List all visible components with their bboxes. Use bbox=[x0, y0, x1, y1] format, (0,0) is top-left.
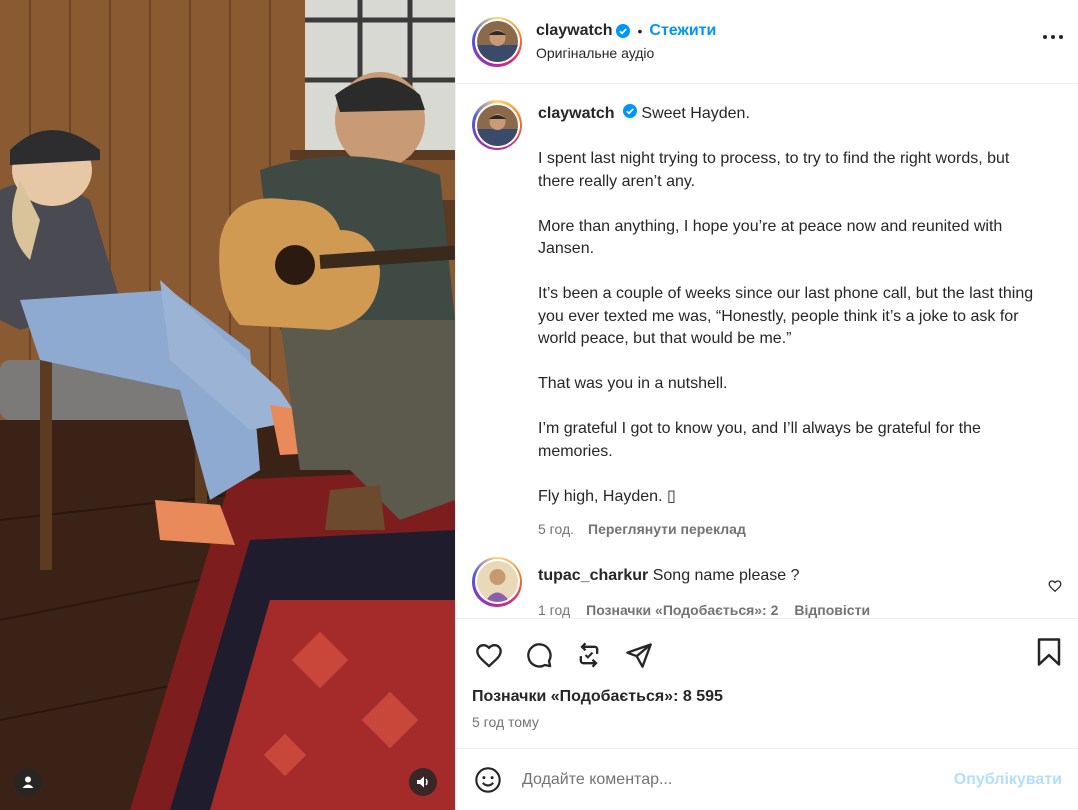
avatar-image bbox=[476, 104, 518, 146]
bookmark-icon[interactable] bbox=[1036, 637, 1062, 672]
publish-button[interactable]: Опублікувати bbox=[954, 771, 1062, 789]
comments-section[interactable]: claywatch Sweet Hayden. I spent last nig… bbox=[456, 84, 1078, 618]
author-username[interactable]: claywatch bbox=[536, 22, 612, 40]
caption-paragraph: That was you in a nutshell. bbox=[538, 375, 728, 392]
comment-like-heart-icon[interactable] bbox=[1048, 579, 1062, 598]
caption-paragraph: Fly high, Hayden. ▯ bbox=[538, 487, 676, 505]
likes-count[interactable]: Позначки «Подобається»: 8 595 bbox=[472, 688, 1062, 706]
separator-dot: • bbox=[637, 23, 643, 39]
original-audio-link[interactable]: Оригінальне аудіо bbox=[536, 45, 716, 61]
caption-username[interactable]: claywatch bbox=[538, 105, 614, 122]
user-tag-icon bbox=[22, 776, 34, 788]
see-translation-button[interactable]: Переглянути переклад bbox=[588, 521, 746, 537]
verified-badge-icon bbox=[622, 104, 637, 118]
comment-text: Song name please ? bbox=[652, 566, 800, 584]
repost-icon[interactable] bbox=[572, 638, 606, 672]
comment-likes-button[interactable]: Позначки «Подобається»: 2 bbox=[586, 602, 778, 618]
heart-icon[interactable] bbox=[472, 638, 506, 672]
verified-badge-icon bbox=[616, 24, 631, 38]
video-frame bbox=[0, 0, 455, 810]
caption-paragraph: I’m grateful I got to know you, and I’ll… bbox=[538, 420, 981, 460]
post-caption: claywatch Sweet Hayden. I spent last nig… bbox=[472, 100, 1062, 537]
avatar-image bbox=[476, 561, 518, 602]
caption-paragraph: More than anything, I hope you’re at pea… bbox=[538, 217, 1003, 258]
follow-button[interactable]: Стежити bbox=[649, 22, 716, 40]
comment-input[interactable] bbox=[522, 770, 954, 789]
comment-item: tupac_charkur Song name please ? 1 год П… bbox=[472, 556, 1062, 618]
comment-icon[interactable] bbox=[522, 638, 556, 672]
author-avatar[interactable] bbox=[472, 16, 522, 67]
post-media[interactable] bbox=[0, 0, 455, 810]
speaker-icon bbox=[417, 776, 428, 788]
share-icon[interactable] bbox=[622, 638, 656, 672]
user-tags-button[interactable] bbox=[14, 768, 42, 796]
reply-button[interactable]: Відповісти bbox=[794, 602, 870, 618]
more-options-icon[interactable] bbox=[1042, 26, 1064, 48]
avatar-image bbox=[476, 21, 518, 62]
post-actions: Позначки «Подобається»: 8 595 5 год тому bbox=[456, 618, 1078, 748]
add-comment-bar: Опублікувати bbox=[456, 748, 1078, 810]
commenter-avatar[interactable] bbox=[472, 556, 522, 607]
post-sidebar: claywatch • Стежити Оригінальне аудіо cl… bbox=[455, 0, 1078, 810]
commenter-username[interactable]: tupac_charkur bbox=[538, 567, 648, 584]
caption-paragraph: Sweet Hayden. bbox=[641, 105, 750, 122]
caption-age: 5 год. bbox=[538, 520, 575, 537]
caption-paragraph: It’s been a couple of weeks since our la… bbox=[538, 285, 1034, 347]
comment-age: 1 год bbox=[538, 601, 571, 618]
post-time[interactable]: 5 год тому bbox=[472, 714, 1062, 730]
caption-author-avatar[interactable] bbox=[472, 100, 522, 150]
emoji-icon[interactable] bbox=[472, 764, 504, 796]
caption-text: claywatch Sweet Hayden. I spent last nig… bbox=[538, 103, 1038, 508]
audio-toggle-button[interactable] bbox=[409, 768, 437, 796]
caption-paragraph: I spent last night trying to process, to… bbox=[538, 150, 1010, 190]
post-header: claywatch • Стежити Оригінальне аудіо bbox=[456, 0, 1078, 84]
